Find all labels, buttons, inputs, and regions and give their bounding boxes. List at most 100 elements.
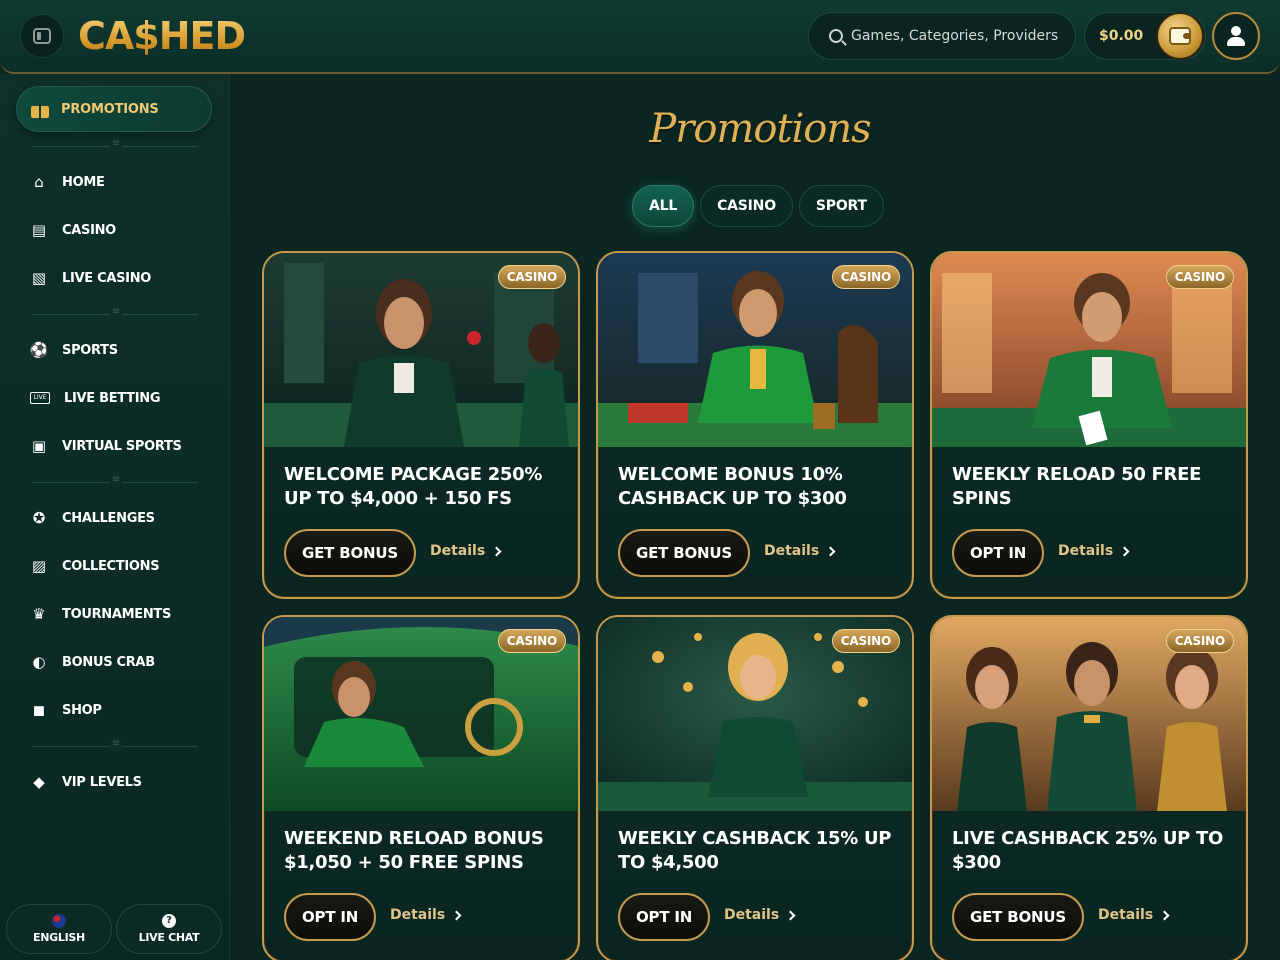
sidebar-item-live-betting[interactable]: LIVE LIVE BETTING [30, 386, 161, 410]
promo-card[interactable]: CASINO WEEKLY RELOAD 50 FREE SPINS OPT I… [930, 251, 1248, 599]
opt-in-button[interactable]: OPT IN [284, 893, 377, 941]
search-input[interactable] [851, 28, 1061, 44]
details-link[interactable]: Details [430, 543, 502, 559]
sidebar-item-label: COLLECTIONS [62, 558, 160, 574]
promo-title: WEEKLY CASHBACK 15% UP TO $4,500 [618, 828, 892, 873]
sidebar-item-label: LIVE BETTING [64, 390, 161, 406]
sidebar-item-label: CHALLENGES [62, 510, 155, 526]
sidebar-item-promotions[interactable]: PROMOTIONS [16, 86, 212, 132]
flag-icon [52, 914, 66, 928]
category-badge: CASINO [497, 265, 566, 289]
sidebar-item-label: BONUS CRAB [62, 654, 155, 670]
chevron-right-icon [1159, 910, 1170, 920]
trophy-icon: ♛ [32, 605, 46, 623]
category-badge: CASINO [831, 265, 900, 289]
promo-card[interactable]: CASINO WELCOME PACKAGE 250% UP TO $4,000… [262, 251, 580, 599]
details-link[interactable]: Details [1098, 907, 1170, 923]
promo-title: WEEKLY RELOAD 50 FREE SPINS [952, 464, 1202, 509]
promo-card[interactable]: CASINO LIVE CASHBACK 25% UP TO $300 GET … [930, 615, 1248, 960]
shopping-bag-icon: ◼ [32, 701, 46, 719]
get-bonus-button[interactable]: GET BONUS [952, 893, 1084, 941]
category-badge: CASINO [1165, 265, 1234, 289]
sidebar-item-challenges[interactable]: ✪ CHALLENGES [30, 506, 155, 530]
chevron-right-icon [785, 910, 796, 920]
sidebar-item-casino[interactable]: ▤ CASINO [30, 218, 116, 242]
details-label: Details [1098, 907, 1154, 923]
language-label: ENGLISH [33, 931, 85, 944]
sidebar-item-label: SHOP [62, 702, 102, 718]
sidebar-item-label: VIP LEVELS [62, 774, 142, 790]
page-title: Promotions [649, 106, 871, 152]
sidebar-item-home[interactable]: ⌂ HOME [30, 170, 105, 194]
live-chat-label: LIVE CHAT [138, 931, 200, 944]
sidebar-item-collections[interactable]: ▨ COLLECTIONS [30, 554, 160, 578]
live-chat-button[interactable]: ? LIVE CHAT [116, 904, 222, 954]
sidebar-item-label: HOME [62, 174, 105, 190]
opt-in-button[interactable]: OPT IN [952, 529, 1045, 577]
details-link[interactable]: Details [1058, 543, 1130, 559]
sidebar-item-shop[interactable]: ◼ SHOP [30, 698, 102, 722]
sidebar-item-label: LIVE CASINO [62, 270, 152, 286]
language-button[interactable]: ENGLISH [6, 904, 112, 954]
promo-title: WELCOME BONUS 10% CASHBACK UP TO $300 [618, 464, 847, 509]
category-badge: CASINO [1165, 629, 1234, 653]
sidebar-item-bonus-crab[interactable]: ◐ BONUS CRAB [30, 650, 155, 674]
diamond-icon: ◆ [33, 773, 45, 791]
promo-card[interactable]: CASINO WEEKEND RELOAD BONUS $1,050 + 50 … [262, 615, 580, 960]
claw-icon: ◐ [32, 653, 46, 671]
sidebar-item-label: TOURNAMENTS [62, 606, 172, 622]
details-link[interactable]: Details [724, 907, 796, 923]
details-link[interactable]: Details [764, 543, 836, 559]
account-button[interactable] [1212, 12, 1260, 60]
search-icon [829, 29, 843, 43]
gift-icon [31, 100, 49, 118]
search-box[interactable] [808, 12, 1076, 60]
details-label: Details [764, 543, 820, 559]
tab-all[interactable]: ALL [632, 185, 695, 227]
get-bonus-button[interactable]: GET BONUS [284, 529, 416, 577]
sidebar: PROMOTIONS ⌂ HOME ▤ CASINO ▧ LIVE CASINO… [0, 74, 230, 960]
sidebar-item-sports[interactable]: ⚽ SPORTS [30, 338, 118, 362]
brand-logo[interactable]: CA$HED [78, 12, 246, 60]
details-label: Details [724, 907, 780, 923]
details-label: Details [430, 543, 486, 559]
wallet-icon [1169, 27, 1191, 45]
promo-card[interactable]: CASINO WELCOME BONUS 10% CASHBACK UP TO … [596, 251, 914, 599]
details-link[interactable]: Details [390, 907, 462, 923]
sidebar-divider [32, 474, 198, 485]
get-bonus-button[interactable]: GET BONUS [618, 529, 750, 577]
promo-card[interactable]: CASINO WEEKLY CASHBACK 15% UP TO $4,500 … [596, 615, 914, 960]
sidebar-toggle-icon [33, 28, 51, 44]
medal-icon: ✪ [32, 509, 46, 527]
slot-machine-icon: ▤ [31, 221, 47, 239]
sidebar-item-virtual-sports[interactable]: ▣ VIRTUAL SPORTS [30, 434, 182, 458]
sidebar-item-label: CASINO [62, 222, 116, 238]
sidebar-item-label: SPORTS [62, 342, 118, 358]
chevron-right-icon [825, 546, 836, 556]
promo-title: WEEKEND RELOAD BONUS $1,050 + 50 FREE SP… [284, 828, 544, 873]
sidebar-item-label: VIRTUAL SPORTS [62, 438, 182, 454]
sidebar-item-vip-levels[interactable]: ◆ VIP LEVELS [30, 770, 142, 794]
tab-casino[interactable]: CASINO [700, 185, 793, 227]
tab-sport[interactable]: SPORT [798, 185, 884, 227]
wallet-button[interactable] [1156, 12, 1204, 60]
category-badge: CASINO [831, 629, 900, 653]
sidebar-toggle-button[interactable] [20, 14, 64, 58]
details-label: Details [1058, 543, 1114, 559]
top-header: CA$HED $0.00 [0, 0, 1280, 74]
sidebar-divider [32, 738, 198, 749]
chevron-right-icon [1119, 546, 1130, 556]
soccer-ball-icon: ⚽ [29, 341, 49, 359]
sidebar-item-tournaments[interactable]: ♛ TOURNAMENTS [30, 602, 171, 626]
promo-title: WELCOME PACKAGE 250% UP TO $4,000 + 150 … [284, 464, 543, 509]
sidebar-item-live-casino[interactable]: ▧ LIVE CASINO [30, 266, 151, 290]
chevron-right-icon [491, 546, 502, 556]
opt-in-button[interactable]: OPT IN [618, 893, 711, 941]
cards-collection-icon: ▨ [31, 557, 47, 575]
filter-tabs: ALL CASINO SPORT [632, 185, 884, 227]
home-icon: ⌂ [34, 173, 44, 191]
category-badge: CASINO [497, 629, 566, 653]
help-icon: ? [162, 914, 176, 928]
virtual-screen-icon: ▣ [31, 437, 47, 455]
chevron-right-icon [451, 910, 462, 920]
